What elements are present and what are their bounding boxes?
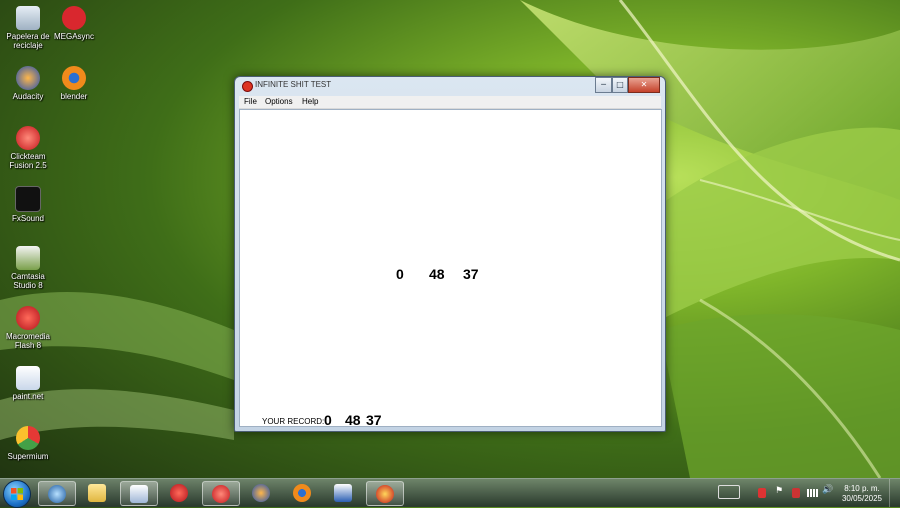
desktop-icon-megasync[interactable]: MEGAsync bbox=[46, 6, 102, 41]
counter-hours: 0 bbox=[396, 266, 404, 282]
game-icon bbox=[376, 485, 394, 503]
taskbar-app-audacity[interactable] bbox=[243, 481, 279, 504]
window-title: INFINITE SHIT TEST bbox=[255, 80, 332, 89]
window-titlebar[interactable]: INFINITE SHIT TEST ─ □ ✕ bbox=[235, 77, 665, 95]
menu-bar: File Options Help bbox=[239, 96, 661, 109]
menu-options[interactable]: Options bbox=[265, 97, 293, 106]
counter-seconds: 37 bbox=[463, 266, 479, 282]
recycle-bin-icon bbox=[16, 6, 40, 30]
taskbar-app-explorer[interactable] bbox=[79, 481, 115, 504]
blender-icon bbox=[62, 66, 86, 90]
antivirus-icon[interactable] bbox=[758, 488, 766, 498]
word-icon bbox=[334, 484, 352, 502]
game-area: 0 48 37 YOUR RECORD: 0 48 37 bbox=[239, 109, 662, 428]
clickteam-icon bbox=[212, 485, 230, 503]
desktop-icon-camtasia[interactable]: Camtasia Studio 8 bbox=[0, 246, 56, 290]
menu-help[interactable]: Help bbox=[302, 97, 318, 106]
clock-date: 30/05/2025 bbox=[841, 494, 882, 503]
system-clock[interactable]: 8:10 p. m. 30/05/2025 bbox=[842, 484, 882, 504]
clock-time: 8:10 p. m. bbox=[844, 484, 880, 493]
taskbar-app-paint[interactable] bbox=[120, 481, 158, 506]
flash-icon bbox=[170, 484, 188, 502]
menu-file[interactable]: File bbox=[244, 97, 257, 106]
record-seconds: 37 bbox=[366, 412, 382, 428]
desktop-icon-clickteam[interactable]: Clickteam Fusion 2.5 bbox=[0, 126, 56, 170]
desktop-icon-blender[interactable]: blender bbox=[46, 66, 102, 101]
minimize-button[interactable]: ─ bbox=[595, 77, 612, 93]
close-button[interactable]: ✕ bbox=[628, 77, 660, 93]
record-hours: 0 bbox=[324, 412, 332, 428]
taskbar-app-blender[interactable] bbox=[284, 481, 320, 504]
desktop-icon-supermium[interactable]: Supermium bbox=[0, 426, 56, 461]
windows-logo-icon bbox=[11, 488, 23, 500]
supermium-icon bbox=[16, 426, 40, 450]
taskbar-app-flash[interactable] bbox=[161, 481, 197, 504]
network-icon[interactable] bbox=[807, 489, 819, 497]
counter-minutes: 48 bbox=[429, 266, 445, 282]
taskbar-app-clickteam[interactable] bbox=[202, 481, 240, 506]
maximize-button[interactable]: □ bbox=[612, 77, 628, 93]
audacity-icon bbox=[252, 484, 270, 502]
audacity-icon bbox=[16, 66, 40, 90]
taskbar-app-camera[interactable] bbox=[38, 481, 76, 506]
desktop-icon-flash[interactable]: Macromedia Flash 8 bbox=[0, 306, 56, 350]
flash-icon bbox=[16, 306, 40, 330]
keyboard-icon[interactable] bbox=[718, 485, 740, 499]
taskbar-app-word[interactable] bbox=[325, 481, 361, 504]
clickteam-icon bbox=[16, 126, 40, 150]
megasync-icon bbox=[62, 6, 86, 30]
camtasia-icon bbox=[16, 246, 40, 270]
blender-icon bbox=[293, 484, 311, 502]
desktop-icon-fxsound[interactable]: FxSound bbox=[0, 186, 56, 223]
show-desktop-button[interactable] bbox=[889, 479, 900, 507]
folder-icon bbox=[88, 484, 106, 502]
app-icon bbox=[242, 81, 253, 92]
fxsound-icon bbox=[15, 186, 41, 212]
start-button[interactable] bbox=[3, 480, 31, 508]
taskbar-app-game[interactable] bbox=[366, 481, 404, 506]
paintnet-icon bbox=[16, 366, 40, 390]
app-window: INFINITE SHIT TEST ─ □ ✕ File Options He… bbox=[234, 76, 666, 432]
desktop-icon-paintnet[interactable]: paint.net bbox=[0, 366, 56, 401]
volume-icon[interactable]: 🔊 bbox=[822, 485, 833, 495]
taskbar: ⚑ 🔊 8:10 p. m. 30/05/2025 bbox=[0, 478, 900, 508]
record-label: YOUR RECORD: bbox=[262, 417, 325, 426]
tray-app-icon[interactable] bbox=[792, 488, 800, 498]
record-minutes: 48 bbox=[345, 412, 361, 428]
paint-icon bbox=[130, 485, 148, 503]
flag-icon[interactable]: ⚑ bbox=[775, 486, 783, 496]
camera-icon bbox=[48, 485, 66, 503]
